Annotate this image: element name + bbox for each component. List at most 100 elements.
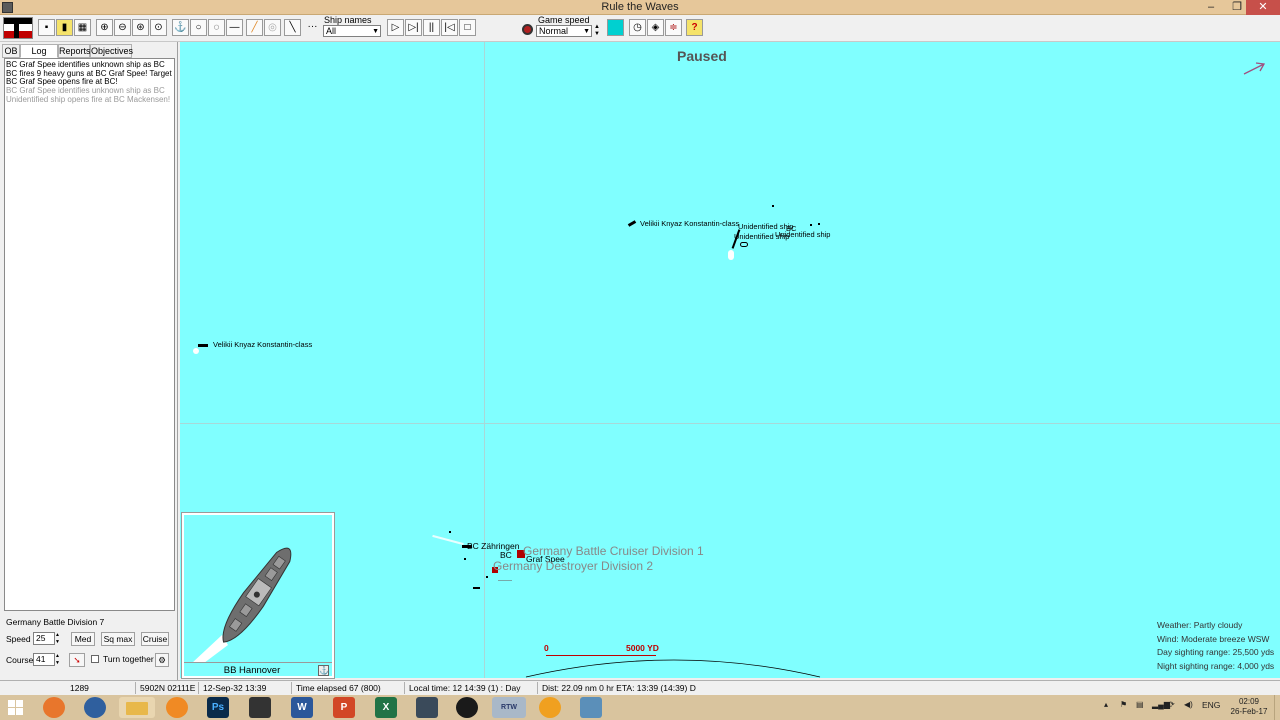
paused-indicator: Paused	[677, 48, 727, 64]
flag-tray-icon[interactable]: ⚑	[1120, 700, 1127, 709]
pause-icon[interactable]: ||	[423, 19, 440, 36]
settings-icon[interactable]: ⚙	[155, 653, 169, 667]
toolbar: ▪ ▮ ▦ ⊕ ⊖ ⊛ ⊙ ⚓ ○ ◌ — ╱ ◎ ╲ ··· Ship nam…	[0, 15, 1280, 42]
step-fast-icon[interactable]: ▷|	[405, 19, 422, 36]
friendly-ship[interactable]	[473, 587, 480, 589]
network-icon[interactable]: ▤	[1136, 700, 1144, 709]
stop-icon[interactable]: □	[459, 19, 476, 36]
chevron-down-icon: ▼	[372, 28, 379, 35]
world-of-warships-icon[interactable]	[416, 697, 438, 718]
turn-together-checkbox[interactable]	[91, 655, 99, 663]
measure-icon[interactable]: ╲	[284, 19, 301, 36]
cruise-button[interactable]: Cruise	[141, 632, 169, 646]
range-arc	[525, 659, 821, 678]
selected-ship-name: BB Hannover	[223, 665, 281, 676]
sea-view-icon[interactable]	[607, 19, 624, 36]
game-speed-select[interactable]: Normal ▼	[536, 25, 592, 37]
speed-input[interactable]: 25	[33, 632, 55, 645]
zoom-in-icon[interactable]: ⊕	[96, 19, 113, 36]
windows-start-icon[interactable]	[8, 700, 24, 716]
step-icon[interactable]: ▷	[387, 19, 404, 36]
save-icon[interactable]: ▪	[38, 19, 55, 36]
help-icon[interactable]: ?	[686, 19, 703, 36]
turn-together-label: Turn together	[103, 654, 154, 664]
enemy-ship[interactable]	[740, 242, 748, 247]
notebook-icon[interactable]: ▮	[56, 19, 73, 36]
anchor-icon[interactable]: ⚓	[318, 665, 329, 676]
enemy-ship[interactable]	[627, 220, 637, 227]
ship-names-select[interactable]: All ▼	[323, 25, 381, 37]
circle-icon[interactable]: ○	[190, 19, 207, 36]
line-icon[interactable]: —	[226, 19, 243, 36]
range-circle-icon[interactable]: ◌	[208, 19, 225, 36]
zoom-fit-icon[interactable]: ⊛	[132, 19, 149, 36]
taskbar: Ps W P X RTW ▴ ⚑ ▤ ▂▄▆ ⟳ ◀) ENG 02:09 26…	[0, 695, 1280, 720]
dots-icon[interactable]: ···	[304, 19, 321, 36]
anchor-icon[interactable]: ⚓	[172, 19, 189, 36]
sq-max-button[interactable]: Sq max	[101, 632, 135, 646]
zoom-out-icon[interactable]: ⊖	[114, 19, 131, 36]
title-bar: Rule the Waves – ❐ ✕	[0, 0, 1280, 15]
speed-spinner[interactable]: ▲ ▼	[594, 24, 602, 38]
sync-icon[interactable]: ⟳	[1168, 700, 1175, 709]
med-button[interactable]: Med	[71, 632, 95, 646]
time-elapsed: Time elapsed 67 (800)	[296, 683, 381, 693]
ship-names-label: Ship names	[324, 15, 372, 25]
file-explorer-icon[interactable]	[119, 697, 155, 718]
clock-date: 26-Feb-17	[1230, 707, 1268, 716]
shell-splash	[772, 205, 774, 207]
excel-icon[interactable]: X	[375, 697, 397, 718]
ship-label: Velikii Knyaz Konstantin-class	[640, 219, 740, 228]
volume-icon[interactable]: ◀)	[1184, 700, 1193, 709]
torpedo-range-icon[interactable]: ◎	[264, 19, 281, 36]
ship-detail-panel[interactable]: BB Hannover ⚓	[181, 512, 335, 679]
course-pointer-icon[interactable]: ➘	[69, 653, 85, 667]
firefox-icon[interactable]	[43, 697, 65, 718]
course-stepper[interactable]: ▲ ▼	[55, 653, 64, 666]
calculator-icon[interactable]: ▦	[74, 19, 91, 36]
show-hidden-icons-icon[interactable]: ▴	[1104, 700, 1108, 709]
zoom-ship-icon[interactable]: ⊙	[150, 19, 167, 36]
map-position: 5902N 02111E	[140, 683, 196, 693]
division-label: Germany Destroyer Division 2	[493, 559, 654, 573]
ship-label: BC	[786, 224, 797, 233]
minimize-button[interactable]: –	[1198, 0, 1224, 15]
tab-ob[interactable]: OB	[2, 44, 20, 58]
tab-reports[interactable]: Reports	[58, 44, 91, 58]
ship-label: Unidentified ship	[775, 230, 831, 239]
enemy-ship[interactable]	[198, 344, 208, 347]
ensign-icon[interactable]: ≑	[665, 19, 682, 36]
avast-icon[interactable]	[539, 697, 561, 718]
division-label: Germany Battle Cruiser Division 1	[523, 544, 704, 558]
show-desktop-button[interactable]	[1274, 695, 1280, 720]
tab-log[interactable]: Log	[20, 44, 58, 58]
compass-icon[interactable]: ◈	[647, 19, 664, 36]
close-button[interactable]: ✕	[1246, 0, 1280, 15]
language-indicator[interactable]: ENG	[1202, 700, 1220, 710]
divider	[184, 662, 332, 663]
clock[interactable]: 02:09 26-Feb-17	[1228, 697, 1270, 717]
battle-map[interactable]: Paused Velikii Knyaz Konstantin-class Un…	[180, 42, 1280, 678]
record-icon[interactable]	[522, 24, 533, 35]
word-icon[interactable]: W	[291, 697, 313, 718]
blender-icon[interactable]	[166, 697, 188, 718]
speed-stepper[interactable]: ▲ ▼	[55, 632, 64, 645]
step-back-icon[interactable]: |◁	[441, 19, 458, 36]
ship-wake	[432, 534, 464, 546]
flag-icon[interactable]	[3, 17, 33, 39]
grid-line	[484, 42, 485, 678]
course-input[interactable]: 41	[33, 653, 55, 666]
day-sighting-line: Day sighting range: 25,500 yds	[1157, 647, 1275, 657]
inkscape-icon[interactable]	[249, 697, 271, 718]
tab-objectives[interactable]: Objectives	[90, 44, 133, 58]
photoshop-icon[interactable]: Ps	[207, 697, 229, 718]
bearing-icon[interactable]: ╱	[246, 19, 263, 36]
notepad-icon[interactable]	[580, 697, 602, 718]
local-time: Local time: 12 14:39 (1) : Day	[409, 683, 521, 693]
steam-icon[interactable]	[456, 697, 478, 718]
thunderbird-icon[interactable]	[84, 697, 106, 718]
rtw-icon[interactable]: RTW	[492, 697, 526, 718]
battle-log[interactable]: BC Graf Spee identifies unknown ship as …	[4, 58, 175, 611]
clock-icon[interactable]: ◷	[629, 19, 646, 36]
powerpoint-icon[interactable]: P	[333, 697, 355, 718]
